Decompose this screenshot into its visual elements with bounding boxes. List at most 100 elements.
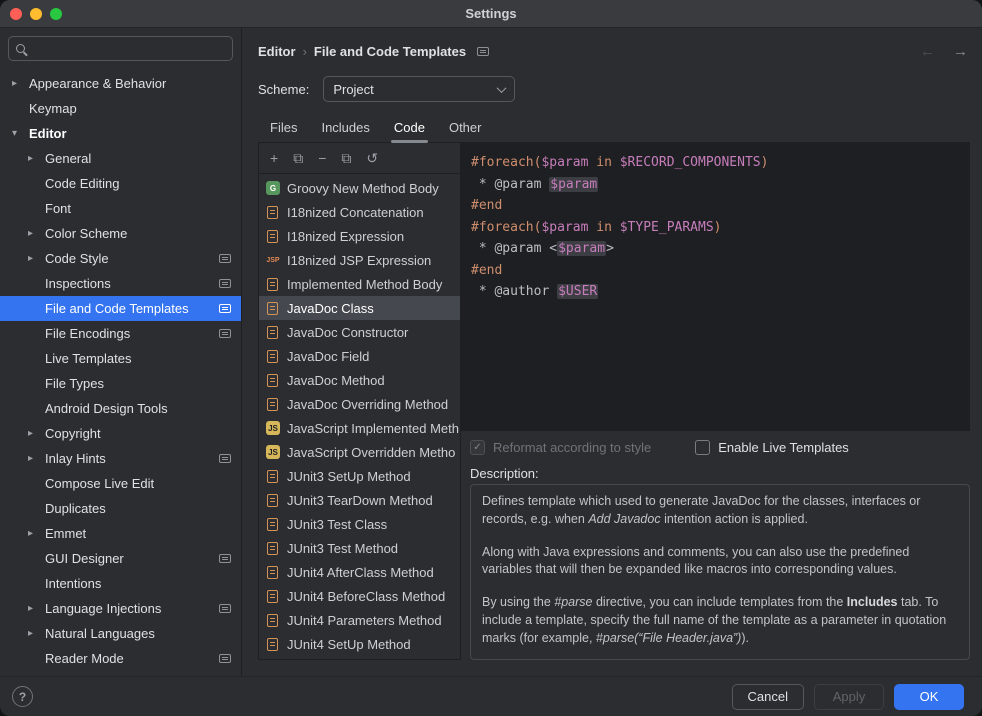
template-item-javascript-implemented-meth[interactable]: JSJavaScript Implemented Meth [259, 416, 460, 440]
sidebar-item-natural-languages[interactable]: ▸Natural Languages [0, 621, 241, 646]
sidebar-item-appearance-behavior[interactable]: ▸Appearance & Behavior [0, 71, 241, 96]
sidebar-item-keymap[interactable]: Keymap [0, 96, 241, 121]
description-paragraph: Along with Java expressions and comments… [482, 544, 958, 580]
remove-template-icon[interactable]: − [318, 150, 326, 166]
tabs: FilesIncludesCodeOther [258, 112, 970, 143]
sidebar-item-live-templates[interactable]: Live Templates [0, 346, 241, 371]
js-file-icon: JS [266, 421, 280, 435]
create-child-template-icon[interactable]: ⧉ [293, 150, 303, 167]
template-item-junit4-setup-method[interactable]: JUnit4 SetUp Method [259, 632, 460, 656]
template-item-javadoc-class[interactable]: JavaDoc Class [259, 296, 460, 320]
template-item-groovy-new-method-body[interactable]: GGroovy New Method Body [259, 176, 460, 200]
cancel-button[interactable]: Cancel [732, 684, 804, 710]
sidebar-item-intentions[interactable]: Intentions [0, 571, 241, 596]
template-item-javascript-overridden-metho[interactable]: JSJavaScript Overridden Metho [259, 440, 460, 464]
settings-search[interactable] [8, 36, 233, 61]
chevron-right-icon[interactable]: ▸ [28, 603, 45, 614]
template-item-junit3-teardown-method[interactable]: JUnit3 TearDown Method [259, 488, 460, 512]
template-item-javadoc-overriding-method[interactable]: JavaDoc Overriding Method [259, 392, 460, 416]
sidebar-item-general[interactable]: ▸General [0, 146, 241, 171]
live-templates-checkbox[interactable] [695, 440, 710, 455]
chevron-right-icon[interactable]: ▸ [28, 428, 45, 439]
reformat-checkbox[interactable]: ✓ [470, 440, 485, 455]
sidebar-item-duplicates[interactable]: Duplicates [0, 496, 241, 521]
reformat-option[interactable]: ✓ Reformat according to style [470, 440, 651, 455]
sidebar-item-language-injections[interactable]: ▸Language Injections [0, 596, 241, 621]
copy-template-icon[interactable]: ⧉ [341, 150, 351, 167]
screen-icon [477, 47, 489, 56]
close-window-button[interactable] [10, 8, 22, 20]
template-item-label: Groovy New Method Body [287, 181, 439, 196]
scheme-label: Scheme: [258, 82, 309, 97]
chevron-right-icon[interactable]: ▸ [28, 228, 45, 239]
sidebar-item-inlay-hints[interactable]: ▸Inlay Hints [0, 446, 241, 471]
sidebar-item-font[interactable]: Font [0, 196, 241, 221]
chevron-right-icon[interactable]: ▸ [28, 628, 45, 639]
forward-icon[interactable]: → [953, 43, 968, 60]
tab-other[interactable]: Other [437, 112, 494, 142]
live-templates-option[interactable]: Enable Live Templates [695, 440, 849, 455]
add-template-icon[interactable]: + [270, 150, 278, 166]
screen-icon [219, 454, 231, 463]
help-button[interactable]: ? [12, 686, 33, 707]
minimize-window-button[interactable] [30, 8, 42, 20]
template-item-i18nized-jsp-expression[interactable]: JSPI18nized JSP Expression [259, 248, 460, 272]
sidebar-item-color-scheme[interactable]: ▸Color Scheme [0, 221, 241, 246]
template-item-implemented-method-body[interactable]: Implemented Method Body [259, 272, 460, 296]
template-item-label: JUnit4 SetUp Method [287, 637, 411, 652]
apply-button[interactable]: Apply [814, 684, 884, 710]
sidebar-item-compose-live-edit[interactable]: Compose Live Edit [0, 471, 241, 496]
breadcrumb: Editor›File and Code Templates [258, 44, 489, 59]
sidebar-item-gui-designer[interactable]: GUI Designer [0, 546, 241, 571]
template-item-junit3-setup-method[interactable]: JUnit3 SetUp Method [259, 464, 460, 488]
chevron-right-icon[interactable]: ▸ [28, 253, 45, 264]
template-item-junit4-parameters-method[interactable]: JUnit4 Parameters Method [259, 608, 460, 632]
sidebar-item-emmet[interactable]: ▸Emmet [0, 521, 241, 546]
template-item-javadoc-constructor[interactable]: JavaDoc Constructor [259, 320, 460, 344]
template-item-javadoc-field[interactable]: JavaDoc Field [259, 344, 460, 368]
chevron-down-icon[interactable]: ▾ [12, 128, 29, 139]
ok-button[interactable]: OK [894, 684, 964, 710]
code-line: * @param <$param> [471, 238, 960, 260]
sidebar-item-file-types[interactable]: File Types [0, 371, 241, 396]
sidebar-item-code-style[interactable]: ▸Code Style [0, 246, 241, 271]
chevron-down-icon [497, 83, 507, 93]
template-item-i18nized-expression[interactable]: I18nized Expression [259, 224, 460, 248]
search-input[interactable] [30, 41, 225, 56]
sidebar-item-file-and-code-templates[interactable]: File and Code Templates [0, 296, 241, 321]
sidebar-item-editor[interactable]: ▾Editor [0, 121, 241, 146]
template-detail-pane: #foreach($param in $RECORD_COMPONENTS) *… [461, 143, 970, 660]
back-icon[interactable]: ← [920, 43, 935, 60]
chevron-right-icon[interactable]: ▸ [28, 153, 45, 164]
template-item-junit3-test-method[interactable]: JUnit3 Test Method [259, 536, 460, 560]
template-item-i18nized-concatenation[interactable]: I18nized Concatenation [259, 200, 460, 224]
template-item-junit4-beforeclass-method[interactable]: JUnit4 BeforeClass Method [259, 584, 460, 608]
sidebar-item-copyright[interactable]: ▸Copyright [0, 421, 241, 446]
template-editor[interactable]: #foreach($param in $RECORD_COMPONENTS) *… [461, 143, 970, 431]
code-line: #end [471, 260, 960, 282]
nav-arrows: ← → [920, 43, 968, 60]
reset-to-default-icon[interactable]: ↺ [366, 150, 378, 167]
breadcrumb-item-editor[interactable]: Editor [258, 44, 296, 59]
code-line: * @author $USER [471, 281, 960, 303]
sidebar-item-inspections[interactable]: Inspections [0, 271, 241, 296]
sidebar-item-reader-mode[interactable]: Reader Mode [0, 646, 241, 671]
screen-icon [219, 329, 231, 338]
template-item-junit4-afterclass-method[interactable]: JUnit4 AfterClass Method [259, 560, 460, 584]
chevron-right-icon[interactable]: ▸ [28, 453, 45, 464]
sidebar-item-android-design-tools[interactable]: Android Design Tools [0, 396, 241, 421]
tab-files[interactable]: Files [258, 112, 309, 142]
breadcrumb-item-file-and-code-templates[interactable]: File and Code Templates [314, 44, 466, 59]
sidebar-item-code-editing[interactable]: Code Editing [0, 171, 241, 196]
description-box[interactable]: Defines template which used to generate … [470, 484, 970, 660]
tab-includes[interactable]: Includes [309, 112, 381, 142]
template-file-icon [267, 302, 278, 315]
zoom-window-button[interactable] [50, 8, 62, 20]
scheme-dropdown[interactable]: Project [323, 76, 515, 102]
tab-code[interactable]: Code [382, 112, 437, 142]
template-item-javadoc-method[interactable]: JavaDoc Method [259, 368, 460, 392]
template-item-junit3-test-class[interactable]: JUnit3 Test Class [259, 512, 460, 536]
sidebar-item-file-encodings[interactable]: File Encodings [0, 321, 241, 346]
chevron-right-icon[interactable]: ▸ [28, 528, 45, 539]
chevron-right-icon[interactable]: ▸ [12, 78, 29, 89]
